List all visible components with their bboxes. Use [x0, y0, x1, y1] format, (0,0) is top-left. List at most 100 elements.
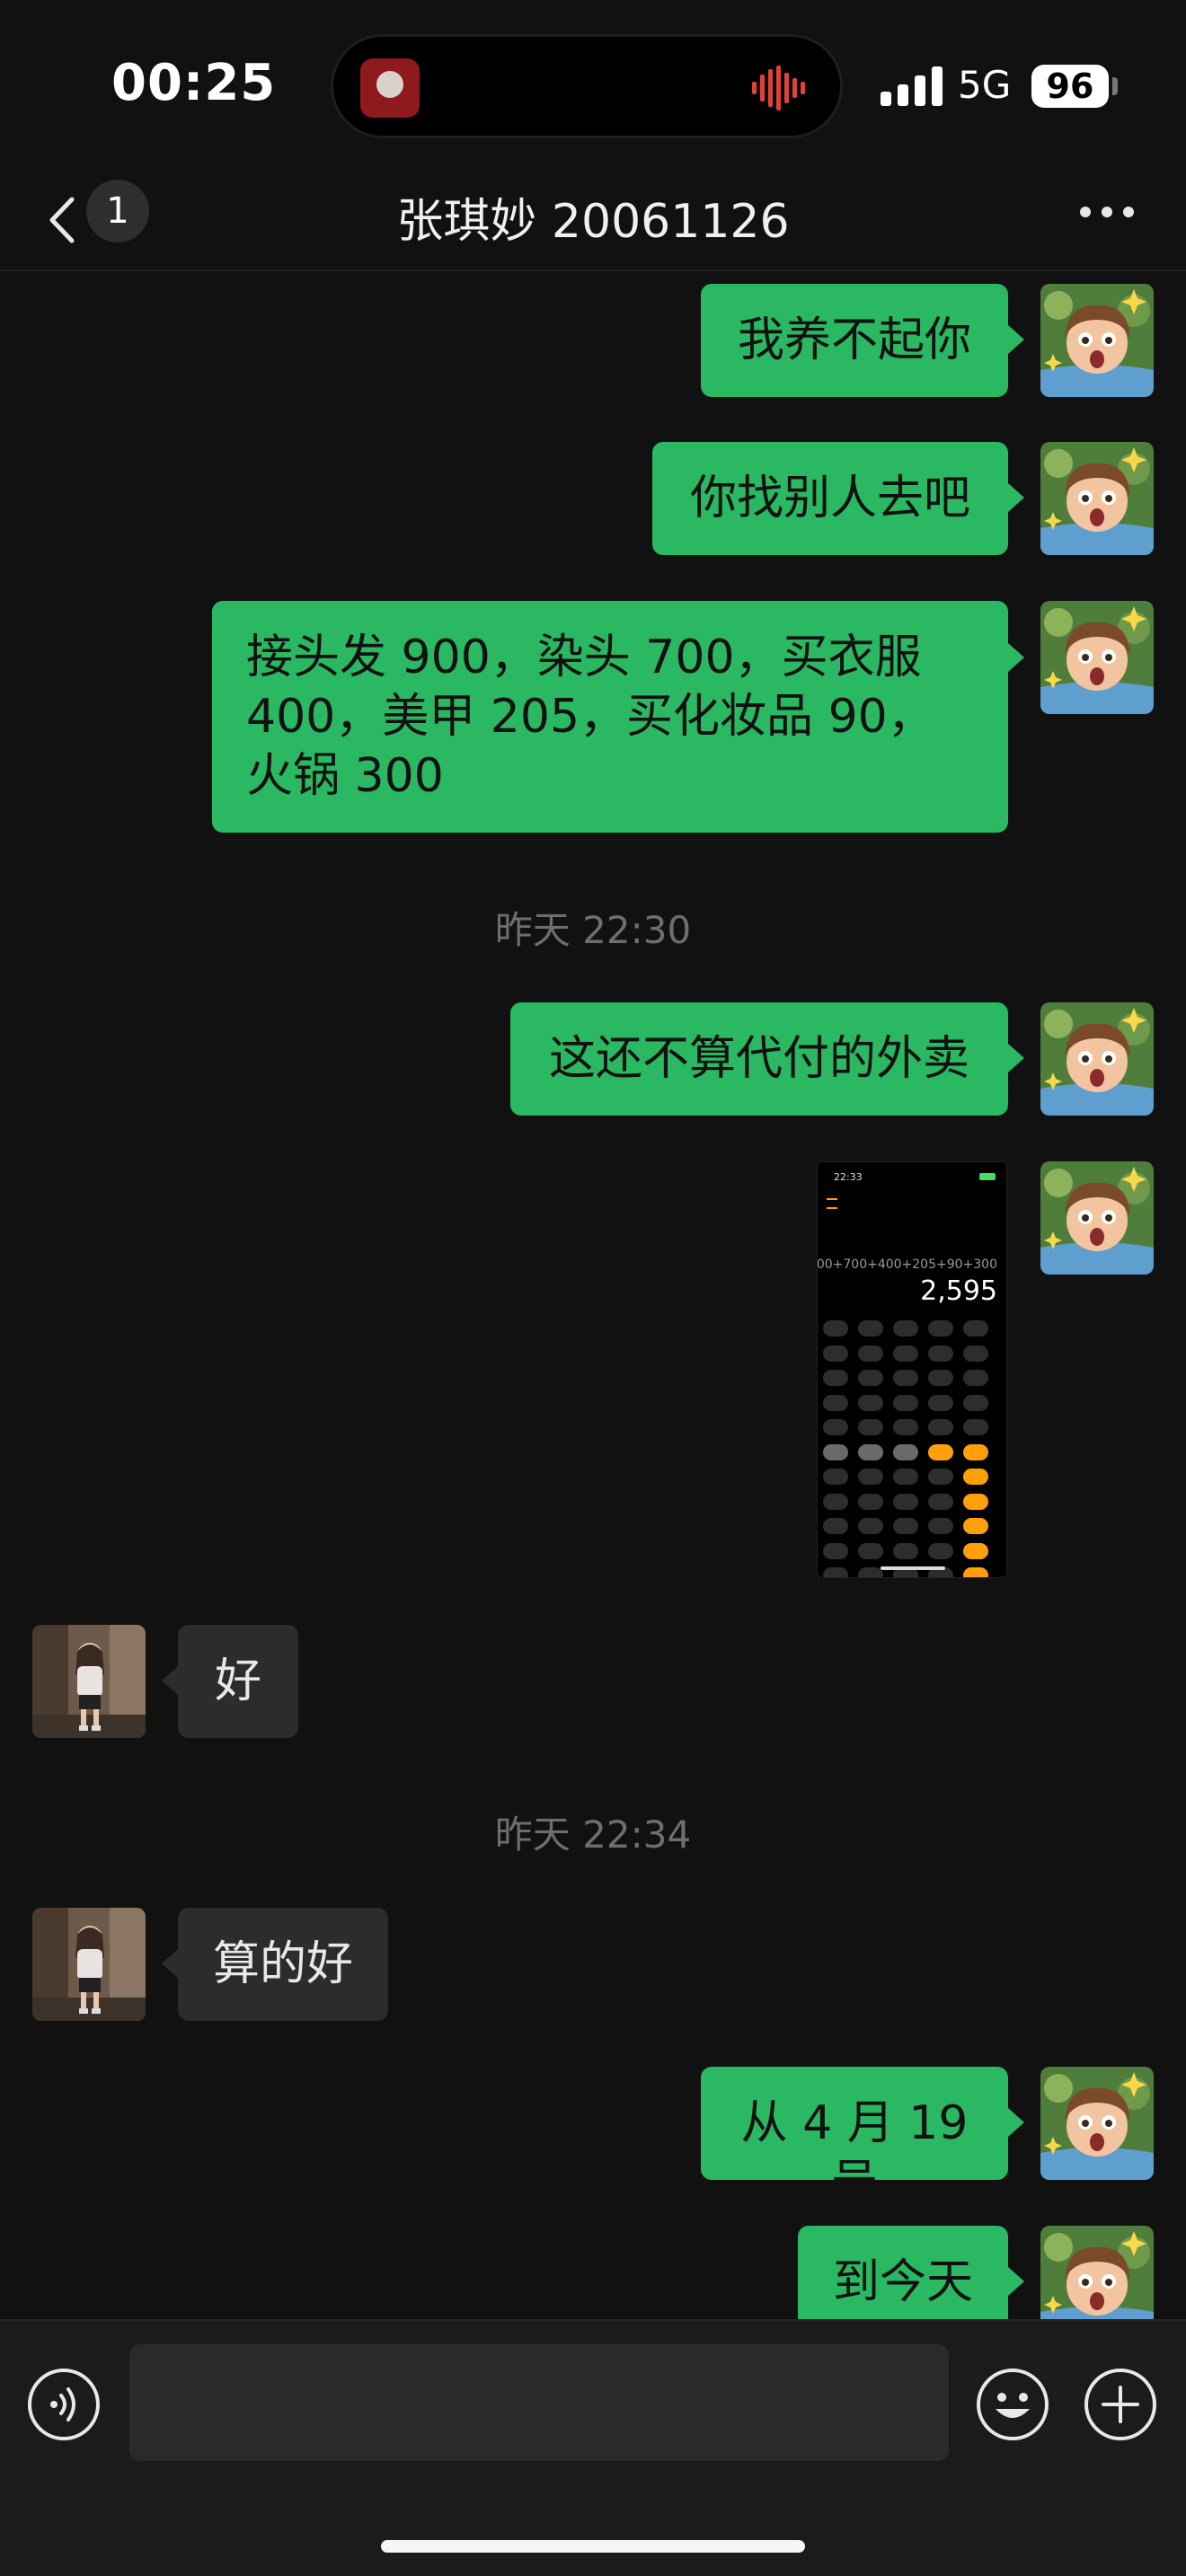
avatar[interactable] [32, 1625, 146, 1738]
bubble-tail [1008, 2267, 1024, 2296]
calc-result: 2,595 [920, 1275, 997, 1307]
outgoing-message-bubble[interactable]: 从 4 月 19 号 [701, 2067, 1008, 2210]
calc-key [823, 1493, 848, 1510]
calc-key [928, 1419, 953, 1435]
calc-key [963, 1443, 988, 1460]
calc-key [963, 1320, 988, 1337]
avatar[interactable] [1040, 1161, 1154, 1275]
calc-key [928, 1469, 953, 1485]
calc-battery-icon [979, 1173, 996, 1180]
avatar[interactable] [1040, 2226, 1154, 2319]
avatar[interactable] [32, 1908, 146, 2021]
avatar[interactable] [1040, 284, 1154, 397]
bubble-tail [1008, 483, 1024, 512]
calc-key [893, 1493, 918, 1510]
calc-key [823, 1567, 848, 1577]
outgoing-message-bubble[interactable]: 我养不起你 [701, 284, 1008, 397]
avatar-her-image [32, 1908, 146, 2021]
timestamp: 昨天 22:34 [494, 1813, 692, 1857]
cellular-signal-icon [881, 66, 943, 106]
calc-key [858, 1320, 883, 1337]
message-text: 好 [214, 1654, 261, 1708]
incoming-message-bubble[interactable]: 算的好 [178, 1908, 388, 2021]
calc-expression: 900+700+400+205+90+300 [817, 1257, 997, 1272]
avatar-me-image [1040, 2067, 1154, 2180]
chat-header: 1 张琪妙 20061126 [0, 171, 1186, 271]
avatar[interactable] [1040, 1002, 1154, 1116]
calc-key [963, 1493, 988, 1510]
message-text: 这还不算代付的外卖 [548, 1032, 969, 1086]
calc-key [858, 1518, 883, 1534]
plus-icon[interactable] [1084, 2368, 1157, 2441]
calc-key [893, 1419, 918, 1435]
calc-key [858, 1394, 883, 1411]
status-time: 00:25 [111, 54, 277, 112]
calc-key [963, 1345, 988, 1362]
calc-key [928, 1443, 953, 1460]
calc-key [963, 1542, 988, 1559]
bubble-tail [1008, 325, 1024, 354]
calc-key [963, 1394, 988, 1411]
calc-key [858, 1443, 883, 1460]
calc-key [823, 1542, 848, 1559]
battery-cap [1112, 77, 1118, 95]
incoming-message-bubble[interactable]: 好 [178, 1625, 298, 1738]
calc-key [893, 1394, 918, 1411]
dynamic-island[interactable] [331, 34, 843, 138]
calc-key [928, 1394, 953, 1411]
calc-key [858, 1419, 883, 1435]
calc-list-icon [827, 1198, 837, 1209]
calc-key [893, 1443, 918, 1460]
avatar[interactable] [1040, 442, 1154, 555]
message-list[interactable]: 我养不起你 你找别人去吧 接头发 900，染头 700，买衣服 400，美甲 2… [0, 271, 1186, 2319]
calc-key [893, 1469, 918, 1485]
status-bar: 00:25 5G 96 [0, 0, 1186, 171]
emoji-icon[interactable] [976, 2368, 1049, 2441]
outgoing-message-bubble[interactable]: 到今天 [798, 2226, 1008, 2319]
calc-key [963, 1469, 988, 1485]
bubble-tail [162, 1949, 178, 1978]
calc-key [893, 1370, 918, 1386]
calc-key [893, 1345, 918, 1362]
voice-icon[interactable] [27, 2368, 101, 2441]
bubble-tail [1008, 643, 1024, 672]
calc-key [858, 1370, 883, 1386]
more-dots-icon[interactable] [1078, 203, 1136, 221]
message-text: 接头发 900，染头 700，买衣服 400，美甲 205，买化妆品 90，火锅… [246, 631, 934, 803]
outgoing-message-bubble[interactable]: 你找别人去吧 [652, 442, 1008, 555]
calc-key [823, 1345, 848, 1362]
calc-key [928, 1518, 953, 1534]
avatar-me-image [1040, 1002, 1154, 1116]
message-input[interactable] [129, 2344, 949, 2461]
message-text: 你找别人去吧 [689, 472, 970, 525]
avatar[interactable] [1040, 2067, 1154, 2180]
calc-key [963, 1567, 988, 1577]
avatar[interactable] [1040, 601, 1154, 714]
calc-key [858, 1345, 883, 1362]
bubble-tail [162, 1666, 178, 1695]
calc-key [893, 1542, 918, 1559]
live-activity-app-icon [360, 58, 420, 118]
outgoing-message-bubble[interactable]: 接头发 900，染头 700，买衣服 400，美甲 205，买化妆品 90，火锅… [212, 601, 1008, 833]
message-text: 算的好 [212, 1937, 353, 1991]
timestamp: 昨天 22:30 [494, 908, 692, 952]
message-text: 到今天 [832, 2255, 973, 2309]
calc-key [928, 1345, 953, 1362]
calc-key [858, 1567, 883, 1577]
calc-key [823, 1370, 848, 1386]
calc-key [823, 1518, 848, 1534]
network-type: 5G [958, 63, 1012, 107]
input-bar [0, 2319, 1186, 2576]
avatar-her-image [32, 1625, 146, 1738]
avatar-me-image [1040, 2226, 1154, 2319]
avatar-me-image [1040, 1161, 1154, 1275]
outgoing-message-bubble[interactable]: 这还不算代付的外卖 [510, 1002, 1008, 1116]
calc-key [823, 1469, 848, 1485]
avatar-me-image [1040, 601, 1154, 714]
calc-status-time: 22:33 [834, 1171, 863, 1183]
calculator-screenshot-image[interactable]: 22:33 900+700+400+205+90+300 2,595 [817, 1161, 1007, 1578]
message-text: 从 4 月 19 号 [740, 2096, 969, 2210]
calc-key [893, 1518, 918, 1534]
calc-key [823, 1320, 848, 1337]
audio-waveform-icon [752, 66, 805, 110]
